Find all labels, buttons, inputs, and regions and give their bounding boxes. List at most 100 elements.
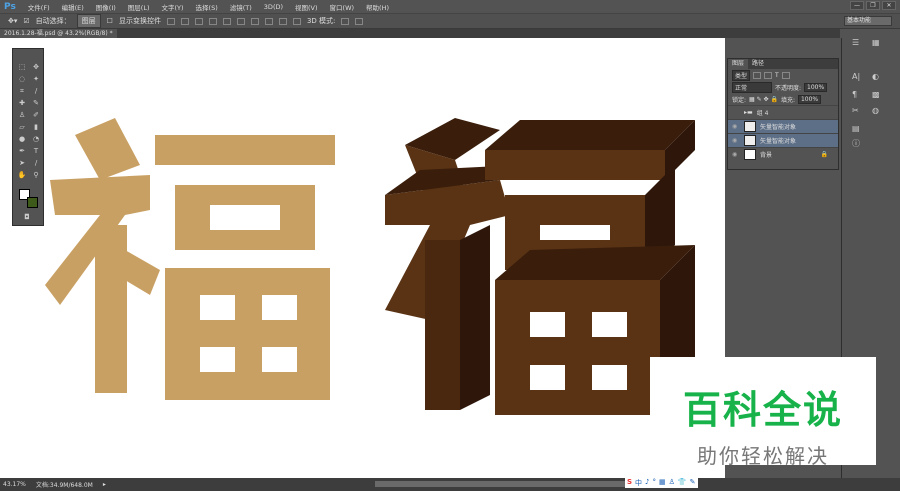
tools-panel: ⬚ ✥ ◌ ✦ ⌗ / ✚ ✎ ♙ ✐ ▱ ▮ ● ◔ ✒ T ➤ / ✋ ⚲ …: [12, 48, 44, 226]
distribute-icon[interactable]: [264, 17, 273, 25]
status-arrow-icon[interactable]: ▸: [103, 481, 106, 488]
filter-type-icon[interactable]: T: [775, 72, 779, 79]
history-icon[interactable]: ☰: [852, 38, 859, 47]
line-icon[interactable]: /: [31, 159, 41, 168]
swatches-icon[interactable]: ▦: [872, 38, 880, 47]
menu-window[interactable]: 窗口(W): [324, 2, 361, 12]
layer-row[interactable]: ◉ 背景 🔒: [728, 147, 838, 161]
gradient-icon[interactable]: ▮: [31, 123, 41, 132]
layer-row[interactable]: ◉ 矢量智能对象: [728, 119, 838, 133]
move-tool-icon[interactable]: ✥▾: [8, 17, 17, 25]
eyedropper-icon[interactable]: /: [31, 87, 41, 96]
watermark-subtitle: 助你轻松解决: [697, 444, 829, 468]
eraser-icon[interactable]: ▱: [17, 123, 27, 132]
align-icon[interactable]: [222, 17, 231, 25]
sogou-icon[interactable]: S: [627, 478, 632, 488]
lasso-tool-icon[interactable]: ◌: [17, 75, 27, 84]
dodge-icon[interactable]: ◔: [31, 135, 41, 144]
3d-rotate-icon[interactable]: [341, 17, 350, 25]
tab-layers[interactable]: 图层: [728, 59, 749, 69]
close-button[interactable]: ✕: [882, 1, 896, 10]
layer-row[interactable]: ◉ 矢量智能对象: [728, 133, 838, 147]
eye-icon[interactable]: ◉: [732, 151, 740, 158]
move-tool-icon[interactable]: ✥: [31, 63, 41, 72]
paragraph-icon[interactable]: ¶: [852, 90, 857, 99]
stamp-icon[interactable]: ♙: [17, 111, 27, 120]
ime-punct-icon[interactable]: ♪: [645, 478, 649, 488]
show-transform-checkbox[interactable]: ☐: [107, 17, 113, 25]
eye-icon[interactable]: ◉: [732, 123, 740, 130]
ime-tools-icon[interactable]: ✎: [690, 478, 696, 488]
crop-tool-icon[interactable]: ⌗: [17, 87, 27, 96]
pen-icon[interactable]: ✒: [17, 147, 27, 156]
brush-icon[interactable]: ✎: [31, 99, 41, 108]
zoom-level[interactable]: 43.17%: [3, 481, 26, 488]
align-icon[interactable]: [180, 17, 189, 25]
menu-view[interactable]: 视图(V): [289, 2, 324, 12]
ime-dot-icon[interactable]: °: [653, 478, 657, 488]
ime-chinese-icon[interactable]: 中: [635, 478, 642, 488]
quick-mask-icon[interactable]: ◘: [22, 213, 32, 222]
ime-keyboard-icon[interactable]: ▦: [659, 478, 666, 488]
filter-shape-icon[interactable]: [781, 71, 790, 79]
distribute-icon[interactable]: [278, 17, 287, 25]
menu-filter[interactable]: 滤镜(T): [224, 2, 258, 12]
align-icon[interactable]: [194, 17, 203, 25]
align-icon[interactable]: [166, 17, 175, 25]
ime-skin-icon[interactable]: 👕: [678, 478, 687, 488]
document-canvas[interactable]: [0, 38, 725, 478]
styles-icon[interactable]: ▩: [872, 90, 880, 99]
type-icon[interactable]: T: [31, 147, 41, 156]
zoom-icon[interactable]: ⚲: [31, 171, 41, 180]
background-color-swatch[interactable]: [27, 197, 38, 208]
blend-mode-dropdown[interactable]: 正常: [732, 81, 772, 93]
tools-preset-icon[interactable]: ✂: [852, 106, 859, 115]
history-brush-icon[interactable]: ✐: [31, 111, 41, 120]
layer-filter-dropdown[interactable]: 类型: [732, 69, 751, 81]
menu-type[interactable]: 文字(Y): [156, 2, 190, 12]
eye-icon[interactable]: ◉: [732, 137, 740, 144]
layer-comps-icon[interactable]: ▤: [852, 124, 860, 133]
auto-select-checkbox[interactable]: ☑: [23, 17, 29, 25]
magic-wand-icon[interactable]: ✦: [31, 75, 41, 84]
document-tab[interactable]: 2016.1.28-福.psd @ 43.2%(RGB/8) *: [0, 29, 117, 38]
filter-adjust-icon[interactable]: [764, 71, 773, 79]
adjustments-icon[interactable]: ◐: [872, 72, 879, 81]
opacity-input[interactable]: 100%: [804, 82, 828, 92]
align-icon[interactable]: [208, 17, 217, 25]
minimize-button[interactable]: —: [850, 1, 864, 10]
menu-edit[interactable]: 编辑(E): [56, 2, 90, 12]
path-select-icon[interactable]: ➤: [17, 159, 27, 168]
distribute-icon[interactable]: [250, 17, 259, 25]
menu-image[interactable]: 图像(I): [90, 2, 122, 12]
menu-select[interactable]: 选择(S): [190, 2, 224, 12]
blur-icon[interactable]: ●: [17, 135, 27, 144]
distribute-icon[interactable]: [292, 17, 301, 25]
layers-panel: 图层 路径 类型 T 正常 不透明度: 100% 锁定: ▦ ✎ ✥ 🔒 填充: 100% …: [727, 58, 839, 170]
workspace-dropdown[interactable]: 基本功能: [844, 16, 892, 26]
marquee-tool-icon[interactable]: ⬚: [17, 63, 27, 72]
auto-select-dropdown[interactable]: 图层: [76, 14, 101, 28]
hand-icon[interactable]: ✋: [17, 171, 27, 180]
info-icon[interactable]: ⓘ: [852, 138, 860, 149]
ime-user-icon[interactable]: ♙: [669, 478, 675, 488]
ime-toolbar: S 中 ♪ ° ▦ ♙ 👕 ✎: [625, 478, 698, 488]
fill-input[interactable]: 100%: [797, 94, 822, 104]
healing-icon[interactable]: ✚: [17, 99, 27, 108]
character-icon[interactable]: A|: [852, 72, 860, 81]
horizontal-scrollbar[interactable]: [375, 481, 625, 487]
restore-button[interactable]: ❐: [866, 1, 880, 10]
lock-icons[interactable]: ▦ ✎ ✥ 🔒: [749, 96, 778, 103]
tab-paths[interactable]: 路径: [748, 59, 768, 69]
channels-icon[interactable]: ◍: [872, 106, 879, 115]
menu-help[interactable]: 帮助(H): [360, 2, 395, 12]
filter-pixel-icon[interactable]: [753, 71, 762, 79]
photoshop-logo: Ps: [4, 1, 16, 12]
menu-file[interactable]: 文件(F): [22, 2, 56, 12]
align-icon[interactable]: [236, 17, 245, 25]
layer-row[interactable]: ▸▬ 组 4: [728, 105, 838, 119]
menu-3d[interactable]: 3D(D): [258, 3, 289, 11]
menu-layer[interactable]: 图层(L): [122, 2, 156, 12]
3d-pan-icon[interactable]: [355, 17, 364, 25]
3d-fu-glyph: [385, 118, 695, 415]
